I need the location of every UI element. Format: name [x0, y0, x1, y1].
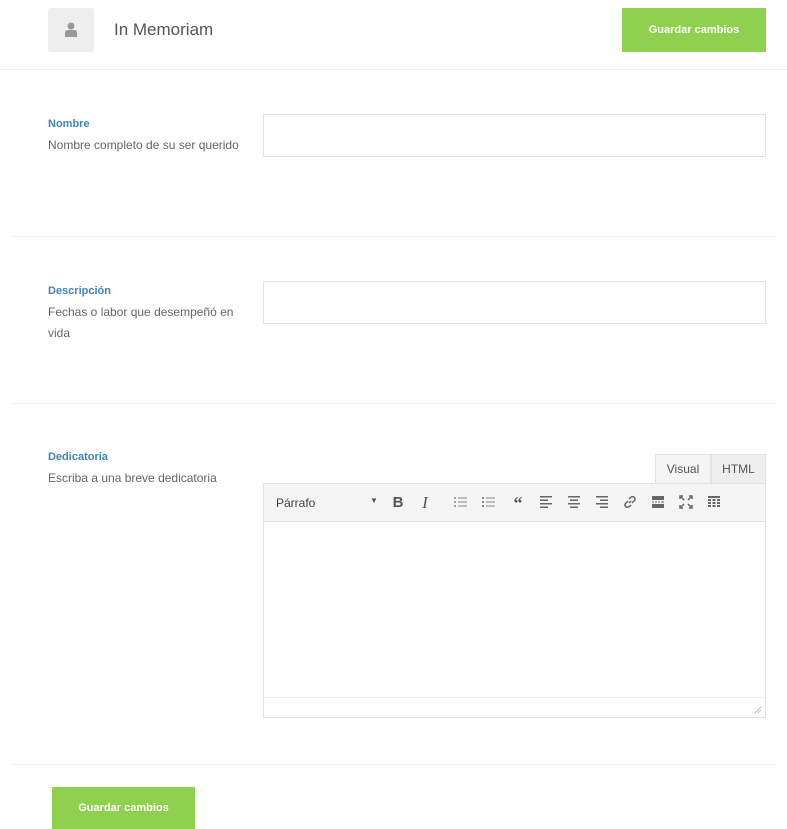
chevron-down-icon: ▼: [370, 496, 378, 505]
nombre-input[interactable]: [263, 114, 766, 157]
field-label-descripcion: Descripción: [48, 285, 111, 297]
page-title: In Memoriam: [114, 20, 214, 39]
field-description-descripcion: Fechas o labor que desempeñó en vida: [48, 305, 234, 340]
bullet-list-icon[interactable]: [450, 493, 470, 513]
editor-status-bar: [264, 697, 765, 717]
field-label-dedicatoria: Dedicatoria: [48, 451, 108, 463]
field-description-dedicatoria: Escriba a una breve dedicatoria: [48, 471, 217, 485]
page-header: In Memoriam Guardar cambios: [0, 0, 787, 70]
dedicatoria-editor: Párrafo ▼ B I “: [263, 483, 766, 718]
format-select[interactable]: Párrafo ▼: [270, 491, 383, 515]
italic-icon[interactable]: I: [415, 493, 435, 513]
field-label-nombre: Nombre: [48, 118, 90, 130]
align-center-icon[interactable]: [564, 493, 584, 513]
align-right-icon[interactable]: [592, 493, 612, 513]
bold-icon[interactable]: B: [388, 493, 408, 513]
tab-html[interactable]: HTML: [711, 454, 766, 483]
divider: [10, 403, 777, 404]
format-select-value: Párrafo: [276, 496, 316, 510]
editor-toolbar: Párrafo ▼ B I “: [264, 484, 765, 522]
link-icon[interactable]: [620, 493, 640, 513]
user-icon: [65, 22, 77, 37]
toolbar-toggle-icon[interactable]: [704, 493, 724, 513]
descripcion-input[interactable]: [263, 281, 766, 324]
divider: [10, 236, 777, 237]
numbered-list-icon[interactable]: [478, 493, 498, 513]
save-button-bottom[interactable]: Guardar cambios: [52, 787, 195, 829]
divider: [10, 764, 777, 765]
fullscreen-icon[interactable]: [676, 493, 696, 513]
read-more-icon[interactable]: [648, 493, 668, 513]
field-description-nombre: Nombre completo de su ser querido: [48, 138, 239, 152]
avatar: [48, 8, 94, 52]
save-button-top[interactable]: Guardar cambios: [622, 8, 766, 52]
align-left-icon[interactable]: [536, 493, 556, 513]
tab-visual[interactable]: Visual: [655, 454, 711, 483]
blockquote-icon[interactable]: “: [508, 493, 528, 513]
resize-handle-icon[interactable]: [754, 706, 762, 714]
editor-content-area[interactable]: [264, 522, 765, 697]
